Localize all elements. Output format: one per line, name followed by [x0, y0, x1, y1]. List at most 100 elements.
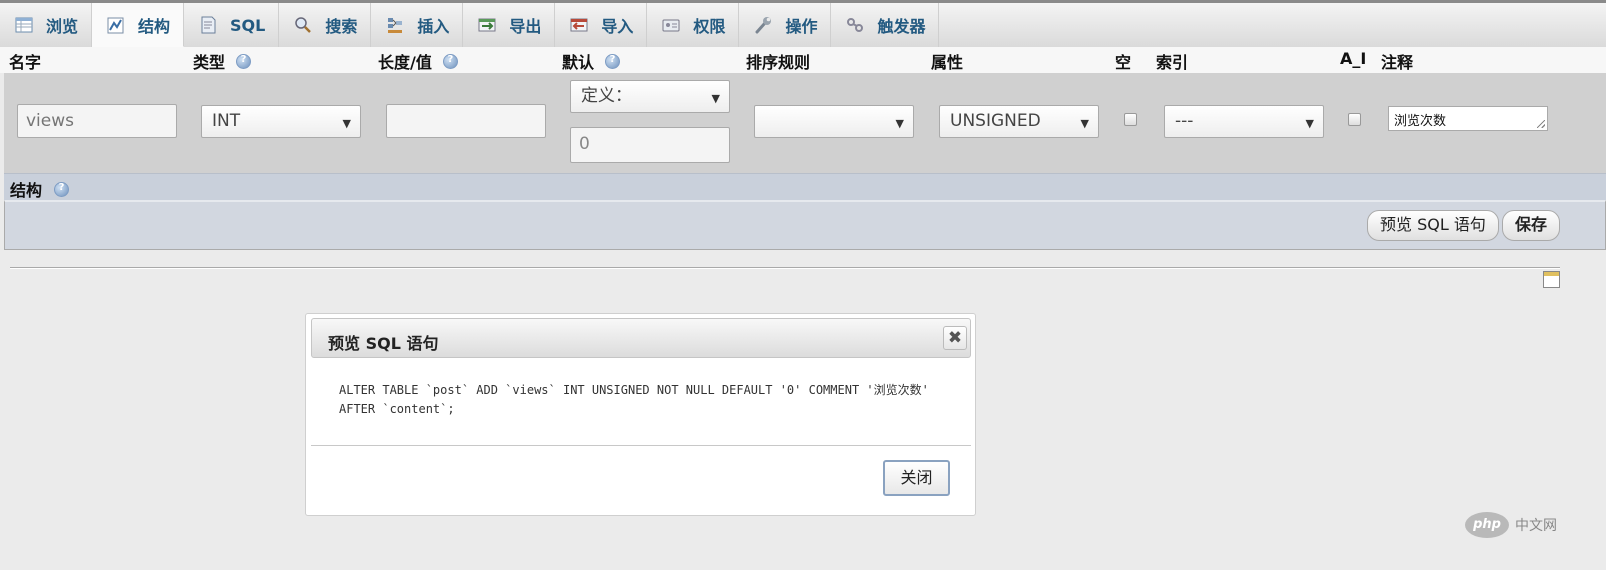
tab-triggers[interactable]: 触发器 — [831, 3, 940, 47]
resize-grip-icon[interactable] — [1537, 120, 1545, 128]
tab-import[interactable]: 导入 — [555, 3, 648, 47]
tab-browse[interactable]: 浏览 — [0, 3, 93, 47]
dialog-close-label: 关闭 — [900, 468, 933, 487]
help-icon[interactable] — [236, 53, 252, 69]
tab-insert-label: 插入 — [417, 17, 450, 36]
close-glyph: ✖ — [947, 328, 963, 348]
chevron-down-icon: ▼ — [711, 92, 720, 105]
type-select[interactable]: INT ▼ — [201, 105, 361, 138]
tab-sql-label: SQL — [230, 15, 266, 35]
column-length-header: 长度/值 — [378, 49, 458, 73]
insert-icon — [385, 15, 405, 35]
column-index-label: 索引 — [1156, 53, 1189, 72]
index-select[interactable]: --- ▼ — [1164, 105, 1324, 138]
structure-label: 结构 — [10, 181, 43, 200]
field-row: INT ▼ 定义： ▼ 0 ▼ UNSIGNED ▼ --- ▼ 浏览次数 — [4, 73, 1606, 173]
field-name-input[interactable] — [17, 104, 177, 138]
attribute-select-value: UNSIGNED — [950, 111, 1041, 131]
column-null-header: 空 — [1115, 49, 1131, 73]
column-index-header: 索引 — [1156, 49, 1188, 73]
tab-search[interactable]: 搜索 — [279, 3, 372, 47]
chevron-down-icon: ▼ — [895, 117, 904, 130]
tab-sql[interactable]: SQL — [184, 3, 280, 47]
auto-increment-checkbox[interactable] — [1348, 113, 1361, 126]
column-null-label: 空 — [1115, 53, 1132, 72]
null-checkbox[interactable] — [1124, 113, 1137, 126]
collation-select[interactable]: ▼ — [754, 105, 914, 138]
privileges-icon — [661, 15, 681, 35]
column-ai-label: A_I — [1340, 49, 1367, 68]
divider — [10, 267, 1560, 269]
chevron-down-icon: ▼ — [1305, 117, 1314, 130]
console-icon[interactable] — [1543, 271, 1560, 288]
action-bar: 预览 SQL 语句 保存 — [4, 200, 1606, 250]
column-name-label: 名字 — [9, 53, 42, 72]
sql-icon — [198, 15, 218, 35]
watermark-text: 中文网 — [1515, 518, 1557, 534]
close-icon[interactable]: ✖ — [943, 326, 967, 350]
dialog-title-bar[interactable]: 预览 SQL 语句 — [311, 318, 971, 358]
column-type-header: 类型 — [193, 49, 252, 73]
column-name-header: 名字 — [9, 49, 41, 73]
sql-line-1: ALTER TABLE `post` ADD `views` INT UNSIG… — [339, 383, 929, 397]
comment-text: 浏览次数 — [1394, 114, 1447, 129]
column-default-header: 默认 — [562, 49, 621, 73]
tab-operations[interactable]: 操作 — [739, 3, 832, 47]
column-header-row: 名字 类型 长度/值 默认 排序规则 属性 空 索引 A_I 注释 — [0, 47, 1606, 73]
help-icon[interactable] — [442, 53, 458, 69]
column-ai-header: A_I — [1340, 49, 1366, 68]
triggers-icon — [845, 15, 865, 35]
column-attributes-label: 属性 — [931, 53, 964, 72]
column-type-label: 类型 — [193, 53, 226, 72]
search-icon — [293, 15, 313, 35]
default-kind-select[interactable]: 定义： ▼ — [570, 80, 730, 113]
browse-icon — [14, 15, 34, 35]
column-comment-header: 注释 — [1381, 49, 1413, 73]
tab-privileges-label: 权限 — [693, 17, 726, 36]
tab-operations-label: 操作 — [785, 17, 818, 36]
preview-sql-label: 预览 SQL 语句 — [1380, 215, 1486, 234]
dialog-close-button[interactable]: 关闭 — [883, 460, 950, 496]
length-input[interactable] — [386, 104, 546, 138]
dialog-title: 预览 SQL 语句 — [328, 334, 439, 353]
tab-bar: 浏览 结构 SQL 搜索 插入 导出 导入 权限 操作 触发器 — [0, 3, 1606, 48]
attribute-select[interactable]: UNSIGNED ▼ — [939, 105, 1099, 138]
tab-structure[interactable]: 结构 — [92, 3, 185, 47]
column-length-label: 长度/值 — [378, 53, 432, 72]
tab-export[interactable]: 导出 — [463, 3, 556, 47]
save-button[interactable]: 保存 — [1502, 210, 1561, 241]
save-label: 保存 — [1515, 215, 1548, 234]
import-icon — [569, 15, 589, 35]
column-attributes-header: 属性 — [931, 49, 963, 73]
column-default-label: 默认 — [562, 53, 595, 72]
column-comment-label: 注释 — [1381, 53, 1414, 72]
structure-icon — [106, 15, 126, 35]
tab-structure-label: 结构 — [138, 16, 171, 36]
dialog-separator — [311, 445, 971, 446]
tab-insert[interactable]: 插入 — [371, 3, 464, 47]
export-icon — [477, 15, 497, 35]
default-value-input[interactable]: 0 — [570, 127, 730, 163]
wrench-icon — [753, 15, 773, 35]
structure-section-title: 结构 — [10, 177, 70, 201]
chevron-down-icon: ▼ — [1080, 117, 1089, 130]
tab-triggers-label: 触发器 — [877, 17, 926, 36]
tab-import-label: 导入 — [601, 17, 634, 36]
help-icon[interactable] — [605, 53, 621, 69]
tab-privileges[interactable]: 权限 — [647, 3, 740, 47]
watermark-badge-text: php — [1473, 517, 1501, 532]
comment-textarea[interactable]: 浏览次数 — [1388, 106, 1548, 131]
watermark: php 中文网 — [1465, 512, 1557, 538]
index-select-value: --- — [1175, 111, 1194, 131]
column-collation-label: 排序规则 — [746, 53, 811, 72]
tab-export-label: 导出 — [509, 17, 542, 36]
sql-preview: ALTER TABLE `post` ADD `views` INT UNSIG… — [339, 381, 939, 419]
preview-sql-dialog: 预览 SQL 语句 ✖ ALTER TABLE `post` ADD `view… — [305, 313, 976, 516]
default-kind-value: 定义： — [581, 86, 632, 106]
help-icon[interactable] — [54, 181, 70, 197]
preview-sql-button[interactable]: 预览 SQL 语句 — [1367, 210, 1499, 241]
tab-browse-label: 浏览 — [46, 17, 79, 36]
chevron-down-icon: ▼ — [342, 117, 351, 130]
sql-line-2: AFTER `content`; — [339, 402, 455, 416]
structure-section-bar: 结构 — [4, 173, 1606, 200]
